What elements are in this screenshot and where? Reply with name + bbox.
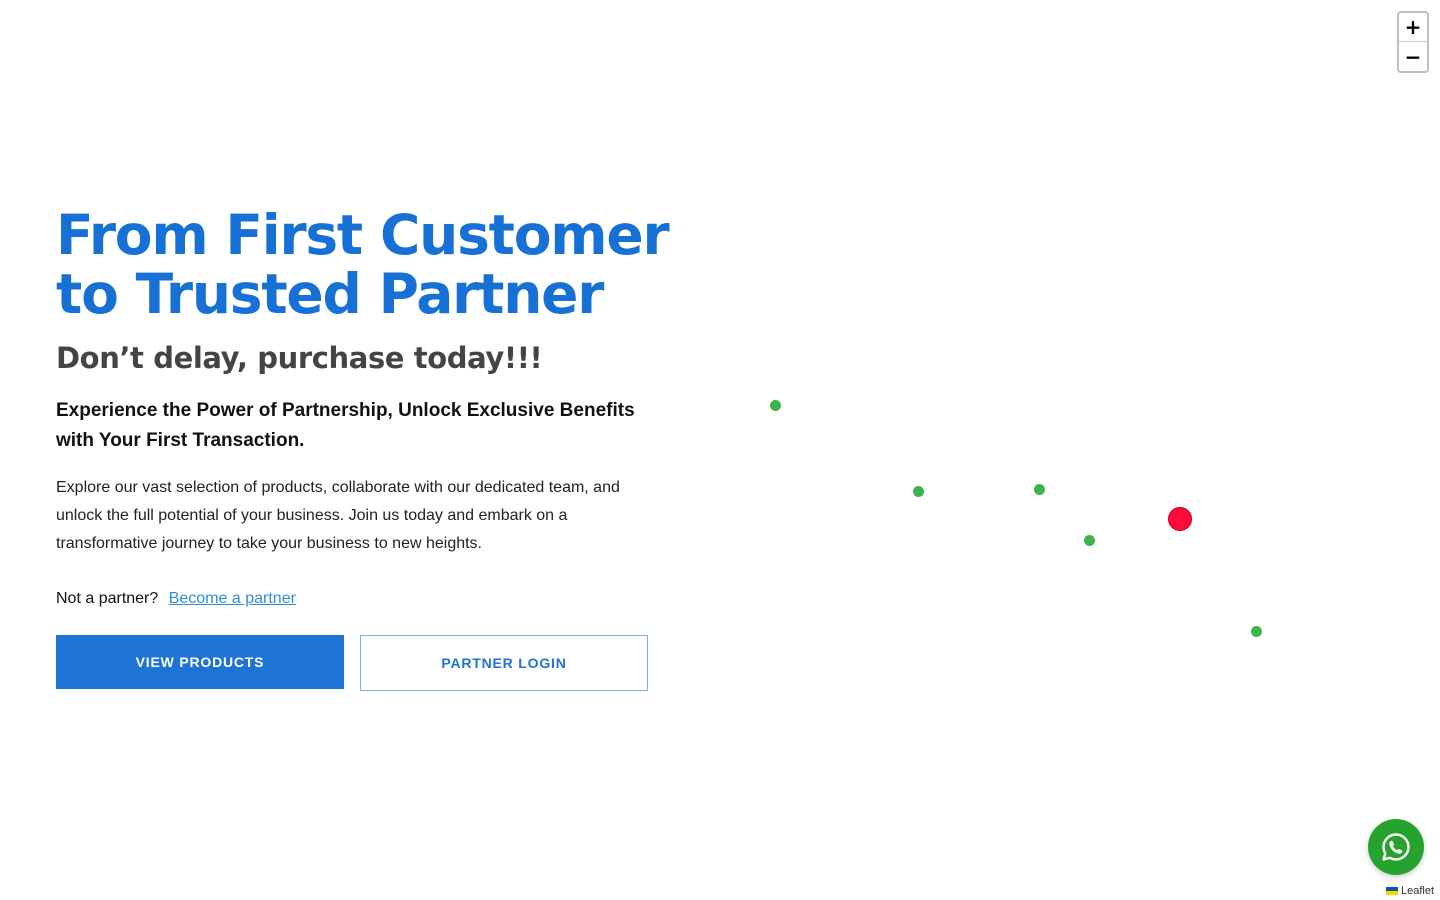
zoom-out-button[interactable]: − xyxy=(1399,42,1427,71)
partner-prompt-row: Not a partner? Become a partner xyxy=(56,588,656,610)
hero-tagline: Experience the Power of Partnership, Unl… xyxy=(56,400,635,451)
zoom-control: + − xyxy=(1397,11,1429,73)
zoom-in-button[interactable]: + xyxy=(1399,13,1427,42)
view-products-button[interactable]: VIEW PRODUCTS xyxy=(56,635,344,689)
headline-line-1: From First Customer xyxy=(56,203,670,267)
leaflet-link[interactable]: Leaflet xyxy=(1401,885,1434,897)
map-marker-green[interactable] xyxy=(770,400,781,411)
hero-headline: From First Customer to Trusted Partner xyxy=(56,203,670,326)
cta-row: VIEW PRODUCTS PARTNER LOGIN xyxy=(56,635,656,691)
map-marker-green[interactable] xyxy=(1084,535,1095,546)
map-marker-red[interactable] xyxy=(1168,507,1192,531)
map-container[interactable]: + − Leaflet xyxy=(660,0,1440,900)
hero-description: Explore our vast selection of products, … xyxy=(56,479,620,552)
ukraine-flag-icon xyxy=(1385,887,1398,895)
become-partner-link[interactable]: Become a partner xyxy=(169,590,296,607)
hero-subheading: Don’t delay, purchase today!!! xyxy=(56,341,543,375)
partner-login-button[interactable]: PARTNER LOGIN xyxy=(360,635,648,691)
map-marker-green[interactable] xyxy=(913,486,924,497)
partner-prompt-text: Not a partner? xyxy=(56,590,159,607)
map-marker-green[interactable] xyxy=(1251,626,1262,637)
whatsapp-icon xyxy=(1382,833,1410,861)
page: From First Customer to Trusted Partner D… xyxy=(0,0,1440,900)
headline-line-2: to Trusted Partner xyxy=(56,262,604,326)
map-attribution: Leaflet xyxy=(1383,885,1434,897)
map-marker-green[interactable] xyxy=(1034,484,1045,495)
hero-section: From First Customer to Trusted Partner D… xyxy=(56,203,670,691)
whatsapp-chat-button[interactable] xyxy=(1368,819,1424,875)
